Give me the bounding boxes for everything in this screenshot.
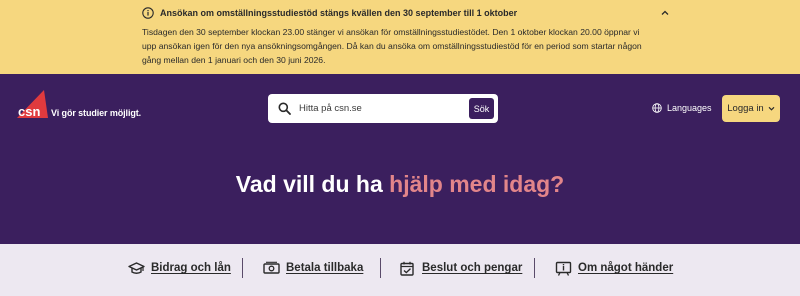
search-box: Sök bbox=[268, 94, 498, 123]
divider bbox=[534, 258, 535, 278]
quicklink-label: Beslut och pengar bbox=[422, 262, 523, 274]
chevron-down-icon bbox=[768, 106, 775, 111]
money-icon bbox=[263, 261, 280, 274]
search-icon bbox=[278, 102, 291, 115]
search-input[interactable] bbox=[299, 99, 459, 118]
quicklink-label: Om något händer bbox=[578, 262, 674, 274]
divider bbox=[242, 258, 243, 278]
divider bbox=[380, 258, 381, 278]
logo-text: csn bbox=[18, 104, 40, 119]
quicklink-beslut[interactable]: Beslut och pengar bbox=[399, 259, 522, 277]
calendar-check-icon bbox=[400, 261, 414, 276]
headline-accent: hjälp med idag? bbox=[389, 171, 565, 197]
languages-label: Languages bbox=[667, 103, 712, 113]
graduation-cap-icon bbox=[128, 261, 145, 274]
languages-button[interactable]: Languages bbox=[652, 101, 712, 115]
search-button[interactable]: Sök bbox=[469, 98, 494, 119]
info-board-icon bbox=[555, 261, 572, 276]
notice-header[interactable]: Ansökan om omställningsstudiestöd stängs… bbox=[142, 6, 669, 20]
quicklink-label: Betala tillbaka bbox=[286, 262, 364, 274]
notice-body-line: gång mellan den 1 januari och den 30 jun… bbox=[142, 55, 326, 65]
quicklinks-bar: Bidrag och lån Betala tillbaka Beslut oc… bbox=[0, 244, 800, 296]
quicklink-betala[interactable]: Betala tillbaka bbox=[263, 259, 363, 277]
quicklink-label: Bidrag och lån bbox=[151, 262, 231, 274]
notice-body-line: Tisdagen den 30 september klockan 23.00 … bbox=[142, 27, 640, 37]
login-button[interactable]: Logga in bbox=[722, 95, 780, 122]
notice-banner: Ansökan om omställningsstudiestöd stängs… bbox=[0, 0, 800, 74]
globe-icon bbox=[652, 103, 662, 113]
notice-body-line: upp ansökan igen för den nya ansökningso… bbox=[142, 41, 642, 51]
info-icon bbox=[142, 7, 154, 19]
page-headline: Vad vill du ha hjälp med idag? bbox=[0, 171, 800, 198]
login-label: Logga in bbox=[727, 103, 764, 114]
csn-logo[interactable]: csn bbox=[14, 89, 50, 121]
notice-title: Ansökan om omställningsstudiestöd stängs… bbox=[160, 8, 518, 18]
quicklink-om-nagot-hander[interactable]: Om något händer bbox=[555, 259, 673, 277]
tagline: Vi gör studier möjligt. bbox=[51, 108, 142, 118]
quicklink-bidrag[interactable]: Bidrag och lån bbox=[128, 259, 231, 277]
headline-text: Vad vill du ha bbox=[235, 171, 390, 197]
chevron-up-icon[interactable] bbox=[660, 8, 670, 18]
notice-body: Tisdagen den 30 september klockan 23.00 … bbox=[142, 25, 662, 67]
site-header: csn Vi gör studier möjligt. Sök Language… bbox=[0, 74, 800, 244]
